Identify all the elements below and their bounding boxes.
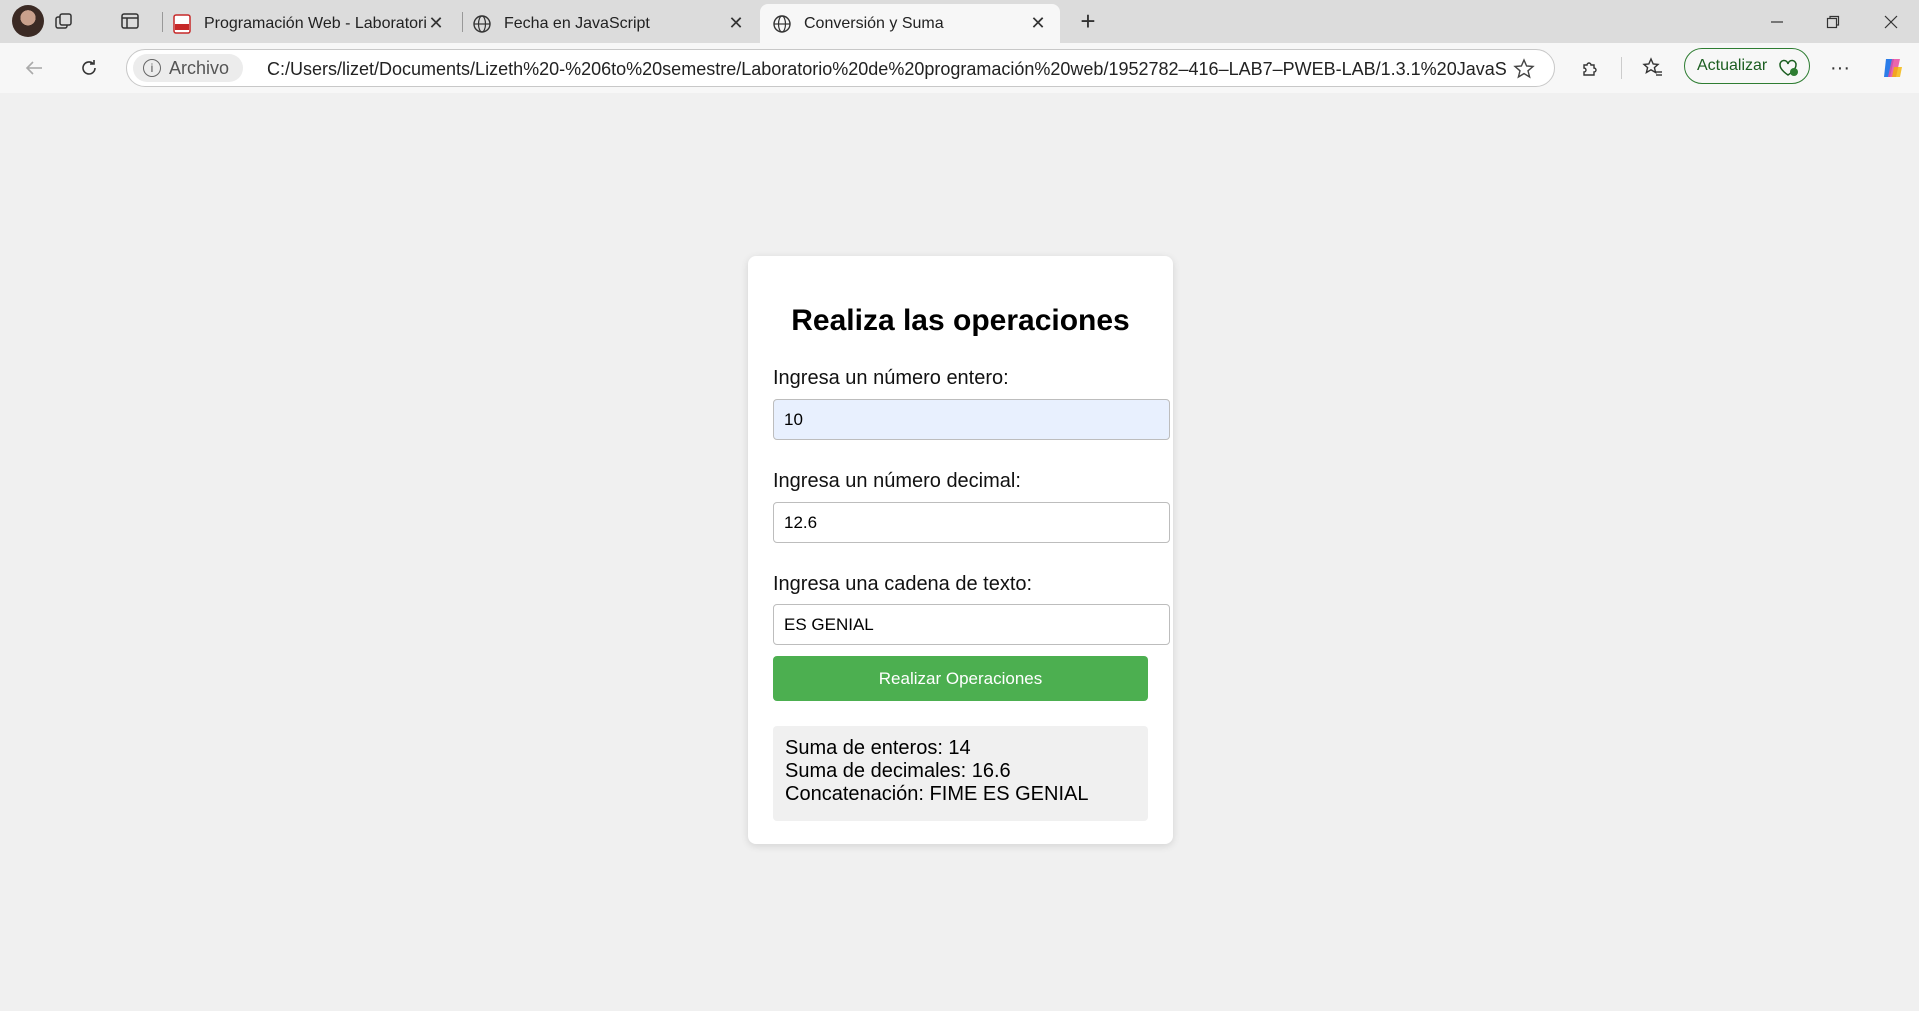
decimal-field-label: Ingresa un número decimal: (773, 470, 1021, 492)
tab-title: Programación Web - Laboratorio (204, 14, 426, 32)
info-icon: i (143, 59, 161, 77)
site-info-label: Archivo (169, 57, 230, 78)
concatenation-result: Concatenación: FIME ES GENIAL (785, 783, 1089, 805)
back-arrow-icon[interactable] (18, 52, 50, 84)
profile-avatar[interactable] (12, 5, 44, 37)
results-box: Suma de enteros: 14 Suma de decimales: 1… (773, 726, 1148, 821)
text-field-label: Ingresa una cadena de texto: (773, 573, 1033, 595)
browser-tab[interactable]: Programación Web - Laboratorio ✕ (160, 4, 458, 43)
close-icon[interactable]: ✕ (426, 13, 446, 34)
close-icon[interactable]: ✕ (1028, 13, 1048, 34)
restore-icon[interactable] (1805, 0, 1861, 43)
copilot-icon[interactable] (1877, 52, 1909, 84)
more-options-icon[interactable]: ··· (1824, 52, 1856, 84)
browser-tab-active[interactable]: Conversión y Suma ✕ (760, 4, 1060, 43)
integer-sum-result: Suma de enteros: 14 (785, 737, 971, 759)
heart-pulse-icon (1777, 57, 1799, 82)
close-icon[interactable]: ✕ (726, 13, 746, 34)
integer-input[interactable] (773, 399, 1170, 440)
favorites-icon[interactable] (1637, 52, 1669, 84)
url-text[interactable]: C:/Users/lizet/Documents/Lizeth%20-%206t… (267, 59, 1507, 80)
browser-tab[interactable]: Fecha en JavaScript ✕ (460, 4, 758, 43)
operations-card: Realiza las operaciones Ingresa un númer… (748, 256, 1173, 844)
favorite-star-icon[interactable] (1513, 58, 1535, 85)
globe-icon (472, 14, 492, 34)
page-title: Realiza las operaciones (791, 304, 1130, 337)
new-tab-icon[interactable]: + (1070, 3, 1106, 39)
close-window-icon[interactable] (1863, 0, 1919, 43)
reload-icon[interactable] (73, 52, 105, 84)
decimal-sum-result: Suma de decimales: 16.6 (785, 760, 1011, 782)
tab-actions-icon[interactable] (112, 3, 148, 39)
workspaces-icon[interactable] (46, 3, 82, 39)
extensions-icon[interactable] (1575, 52, 1607, 84)
tab-title: Fecha en JavaScript (504, 14, 650, 32)
perform-operations-button[interactable]: Realizar Operaciones (773, 656, 1148, 701)
tab-title: Conversión y Suma (804, 14, 944, 32)
pdf-icon (172, 13, 192, 34)
address-bar[interactable]: i Archivo C:/Users/lizet/Documents/Lizet… (126, 49, 1555, 87)
globe-icon (772, 14, 792, 34)
text-input[interactable] (773, 604, 1170, 645)
tab-strip: Programación Web - Laboratorio ✕ Fecha e… (0, 0, 1919, 43)
address-toolbar: i Archivo C:/Users/lizet/Documents/Lizet… (0, 43, 1919, 93)
integer-field-label: Ingresa un número entero: (773, 367, 1009, 389)
page-viewport: Realiza las operaciones Ingresa un númer… (3, 93, 1916, 1011)
minimize-icon[interactable] (1749, 0, 1805, 43)
site-info-chip[interactable]: i Archivo (133, 54, 244, 82)
update-button[interactable]: Actualizar (1684, 48, 1810, 84)
decimal-input[interactable] (773, 502, 1170, 543)
update-button-label: Actualizar (1697, 57, 1768, 74)
toolbar-separator (1621, 57, 1622, 79)
